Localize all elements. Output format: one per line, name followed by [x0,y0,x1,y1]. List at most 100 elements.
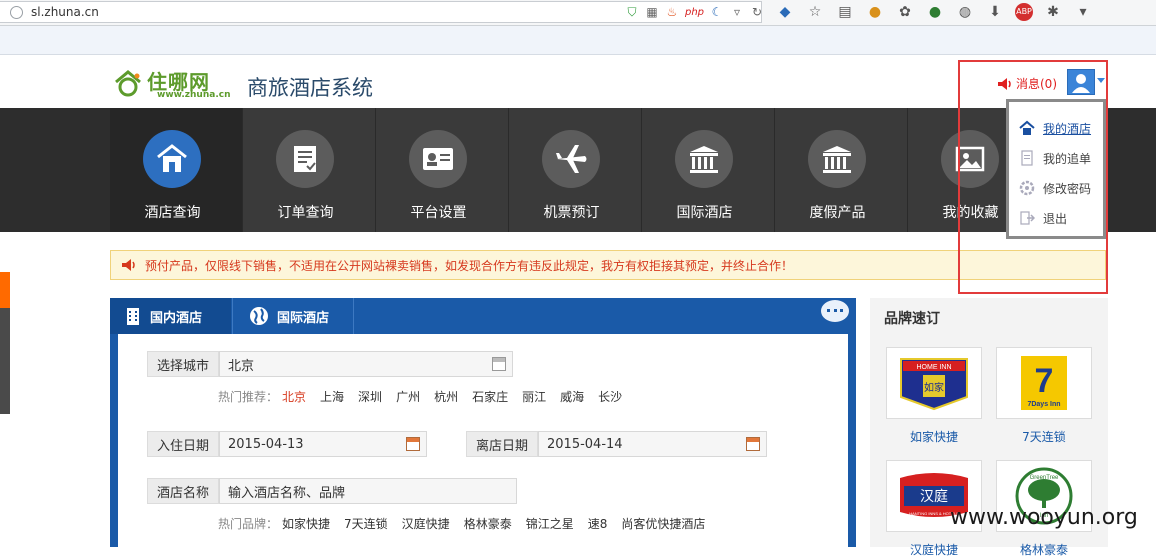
hot-city-link[interactable]: 石家庄 [472,388,508,405]
brand-card-7days[interactable]: 7 7Days Inn [996,347,1092,419]
hot-brand-link[interactable]: 格林豪泰 [464,515,512,532]
palette-icon[interactable]: ✿ [895,3,915,21]
nav-label: 平台设置 [410,205,467,221]
notice-banner: 预付产品，仅限线下销售，不适用在公开网站裸卖销售，如发现合作方有违反此规定，我方… [110,250,1106,280]
tab-international-hotel[interactable]: 国际酒店 [232,298,354,334]
hot-city-link[interactable]: 上海 [320,388,344,405]
qr-icon[interactable]: ▦ [645,5,659,21]
hot-cities-prefix: 热门推荐： [218,390,279,404]
extension-icon[interactable]: ◆ [775,3,795,21]
hot-city-link[interactable]: 威海 [560,388,584,405]
search-tabs: 国内酒店 国际酒店 [110,298,856,334]
nav-item-hotel-search[interactable]: 酒店查询 [110,108,243,232]
chevron-down-icon[interactable] [1097,78,1105,83]
hot-city-link[interactable]: 丽江 [522,388,546,405]
hot-brands-prefix: 热门品牌： [218,517,279,531]
calendar-icon[interactable] [746,437,760,451]
globe-menu-icon[interactable]: ◍ [955,3,975,21]
site-logo[interactable]: 住哪网 www.zhuna.cn [113,66,241,102]
menu-item-logout[interactable]: 退出 [1019,208,1067,228]
building-icon [823,146,851,173]
hot-brand-link[interactable]: 锦江之星 [526,515,574,532]
reload-icon[interactable]: ↻ [750,5,764,21]
nav-item-international-hotel[interactable]: 国际酒店 [642,108,775,232]
home-icon [1019,120,1035,135]
brand-name[interactable]: 格林豪泰 [996,541,1092,558]
hanting-logo-text: 汉庭 [920,488,948,505]
php-icon[interactable]: php [685,5,704,21]
speaker-icon [998,77,1011,90]
brand-name[interactable]: 如家快捷 [886,428,982,445]
side-float-tab[interactable] [0,272,10,414]
7days-logo-text: 7 [1035,362,1054,400]
chat-bubble-icon[interactable] [821,300,849,322]
hot-city-link[interactable]: 北京 [282,388,306,405]
messages-label: 消息(0) [1016,77,1057,91]
nav-item-order-search[interactable]: 订单查询 [243,108,376,232]
nav-label: 订单查询 [277,205,334,221]
building-icon [127,308,139,325]
adblock-icon[interactable]: ABP [1015,3,1033,21]
city-value: 北京 [228,358,255,374]
menu-item-my-orders[interactable]: 我的追单 [1019,148,1091,168]
hot-brand-link[interactable]: 汉庭快捷 [402,515,450,532]
notice-text: 预付产品，仅限线下销售，不适用在公开网站裸卖销售，如发现合作方有违反此规定，我方… [145,258,794,273]
nav-item-platform-settings[interactable]: 平台设置 [376,108,509,232]
hot-brand-link[interactable]: 尚客优快捷酒店 [621,515,705,532]
dropdown-icon[interactable]: ▿ [730,5,744,21]
menu-item-label: 退出 [1043,211,1068,226]
tab-domestic-hotel[interactable]: 国内酒店 [110,298,231,334]
city-input[interactable]: 北京 [219,351,513,377]
tab-label: 国内酒店 [150,310,203,326]
search-form-panel: 选择城市 北京 热门推荐： 北京 上海 深圳 广州 杭州 石家庄 丽江 威海 长… [110,334,856,547]
download-icon[interactable]: ⬇ [985,3,1005,21]
menu-item-label: 我的酒店 [1043,121,1092,136]
menu-item-my-hotel[interactable]: 我的酒店 [1019,118,1091,138]
hot-city-link[interactable]: 长沙 [598,388,622,405]
hot-city-link[interactable]: 广州 [396,388,420,405]
hotel-name-input[interactable]: 输入酒店名称、品牌 [219,478,517,504]
hot-brand-link[interactable]: 7天连锁 [344,515,388,532]
green-circle-icon[interactable]: ● [925,3,945,21]
nav-item-flight-booking[interactable]: 机票预订 [509,108,642,232]
7days-logo-top: 7Days Inn [1027,401,1060,408]
menu-item-label: 修改密码 [1043,181,1092,196]
url-text[interactable]: sl.zhuna.cn [31,5,99,19]
gear-icon [1019,180,1035,196]
site-header: 住哪网 www.zhuna.cn 商旅酒店系统 消息(0) [0,56,1156,108]
nav-label: 度假产品 [809,205,866,221]
checkin-date-input[interactable]: 2015-04-13 [219,431,427,457]
moon-icon[interactable]: ☾ [710,5,724,21]
brand-name[interactable]: 7天连锁 [996,428,1092,445]
address-bar-icons: ⛉ ▦ ♨ php ☾ ▿ ↻ [625,5,764,21]
airplane-icon [556,145,587,173]
menu-icon[interactable]: ▾ [1073,3,1093,21]
brand-card-homeinn[interactable]: HOME INN 如家 [886,347,982,419]
settings-icon[interactable]: ✱ [1043,3,1063,21]
shield-icon[interactable]: ⛉ [625,5,639,21]
homeinn-logo: HOME INN 如家 [900,358,968,411]
user-avatar-button[interactable] [1067,69,1095,95]
menu-item-change-password[interactable]: 修改密码 [1019,178,1091,198]
nav-label: 酒店查询 [144,205,201,221]
toolbar-icons: ◆ ☆ ▤ ● ✿ ● ◍ ⬇ ABP ✱ ▾ [775,3,1093,21]
hot-city-link[interactable]: 杭州 [434,388,458,405]
reading-list-icon[interactable]: ▤ [835,3,855,21]
greentree-logo-text: GreenTree [1030,475,1059,481]
hot-brand-link[interactable]: 速8 [588,515,608,532]
calendar-icon[interactable] [406,437,420,451]
user-dropdown-menu: 我的酒店 我的追单 修改密码 退出 [1006,99,1106,239]
hot-cities: 热门推荐： 北京 上海 深圳 广州 杭州 石家庄 丽江 威海 长沙 [218,388,622,405]
bookmark-star-icon[interactable]: ☆ [805,3,825,21]
order-icon [294,146,316,172]
address-bar[interactable]: sl.zhuna.cn ⛉ ▦ ♨ php ☾ ▿ ↻ [0,1,762,23]
brand-name[interactable]: 汉庭快捷 [886,541,982,558]
hot-city-link[interactable]: 深圳 [358,388,382,405]
messages-link[interactable]: 消息(0) [997,75,1057,92]
fire-icon[interactable]: ♨ [665,5,679,21]
nav-item-vacation-products[interactable]: 度假产品 [775,108,908,232]
checkout-date-input[interactable]: 2015-04-14 [538,431,767,457]
list-icon[interactable] [492,357,506,371]
emoji-icon[interactable]: ● [865,3,885,21]
hot-brand-link[interactable]: 如家快捷 [282,515,330,532]
